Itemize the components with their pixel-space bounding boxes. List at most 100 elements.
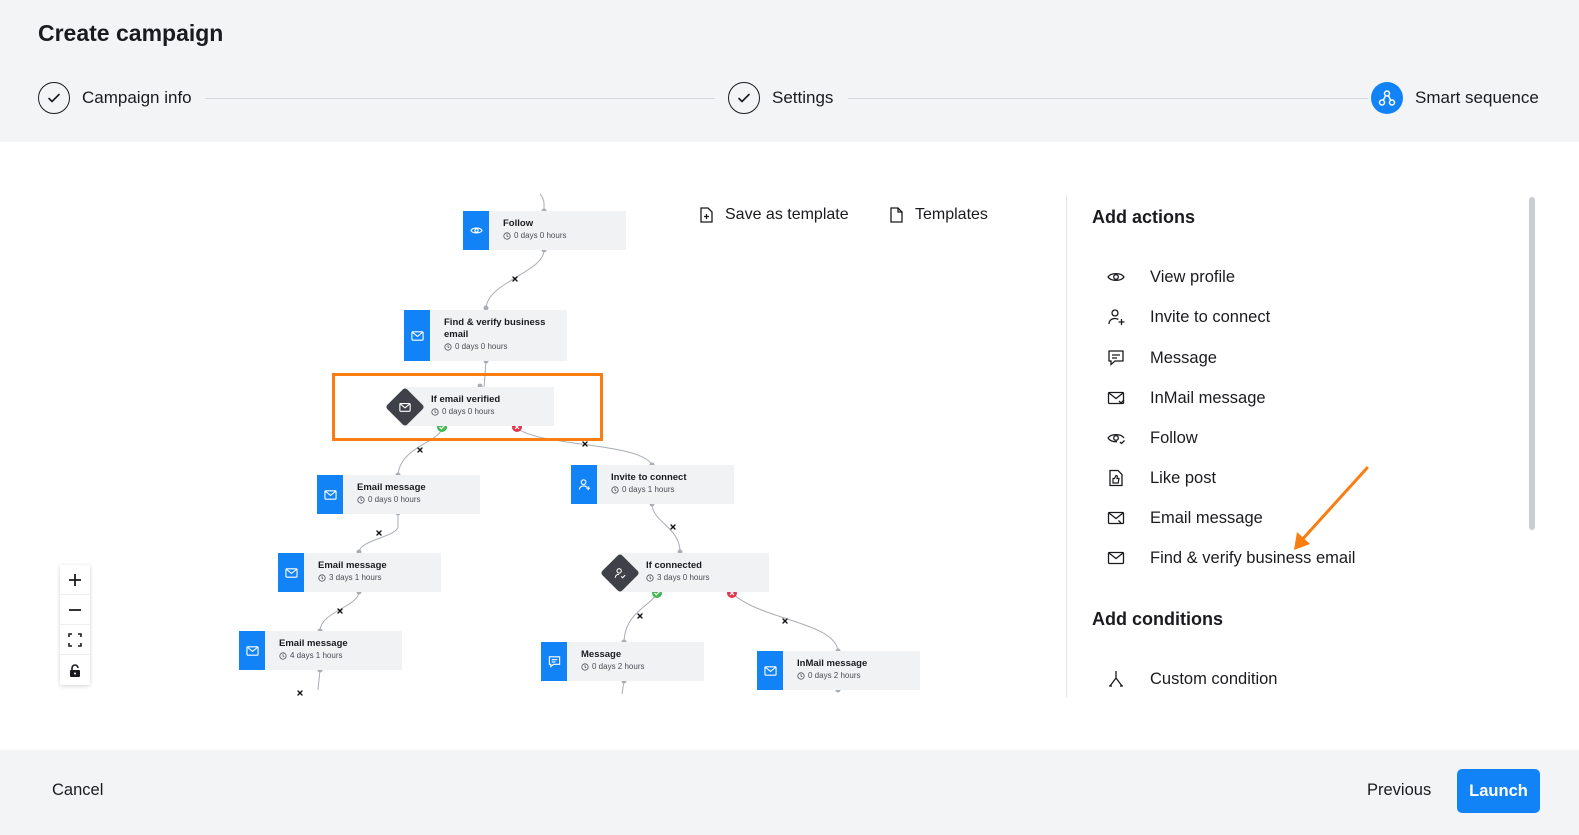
- header-bar: Create campaign Campaign info Settings S…: [0, 0, 1579, 142]
- check-icon: [728, 82, 760, 114]
- save-template-label: Save as template: [725, 206, 849, 223]
- clock-icon: [503, 231, 511, 240]
- node-time: 3 days 0 hours: [657, 573, 710, 582]
- mail-icon: [278, 553, 304, 592]
- templates-label: Templates: [915, 206, 988, 223]
- clock-icon: [444, 342, 452, 351]
- person-add-icon: [571, 465, 597, 504]
- sequence-canvas[interactable]: Save as template Templates Follow 0 days …: [0, 142, 1066, 750]
- zoom-out-button[interactable]: [60, 595, 90, 625]
- step-settings[interactable]: Settings: [728, 82, 833, 114]
- eye-icon: [1107, 272, 1125, 282]
- action-message[interactable]: Message: [1106, 348, 1217, 368]
- clock-icon: [611, 485, 619, 494]
- thumbs-up-icon: [1109, 469, 1123, 487]
- condition-custom[interactable]: Custom condition: [1106, 669, 1277, 689]
- eye-icon: [463, 211, 489, 250]
- action-label: Invite to connect: [1150, 307, 1271, 326]
- chat-icon: [1108, 350, 1124, 366]
- node-time: 0 days 2 hours: [592, 662, 645, 671]
- chat-icon: [541, 642, 567, 681]
- templates-button[interactable]: Templates: [887, 206, 988, 224]
- node-title: Follow: [503, 218, 534, 229]
- node-time: 0 days 1 hours: [622, 485, 675, 494]
- cancel-button[interactable]: Cancel: [52, 781, 103, 800]
- zoom-in-button[interactable]: [60, 565, 90, 595]
- inmail-icon: [1107, 391, 1125, 405]
- clock-icon: [279, 651, 287, 660]
- clock-icon: [797, 671, 805, 680]
- node-time: 0 days 0 hours: [514, 231, 567, 240]
- node-title: Email message: [318, 560, 387, 571]
- node-title: Find & verify business email: [444, 317, 546, 340]
- node-time: 0 days 0 hours: [455, 342, 508, 351]
- node-time: 0 days 2 hours: [808, 671, 861, 680]
- flow-node-email-message[interactable]: Email message 4 days 1 hours: [239, 631, 402, 670]
- plus-icon: [69, 573, 81, 586]
- action-label: InMail message: [1150, 388, 1266, 407]
- action-view-profile[interactable]: View profile: [1106, 267, 1235, 287]
- mail-check-icon: [404, 310, 430, 361]
- person-condition-icon: [600, 553, 640, 593]
- flow-node-message[interactable]: Message 0 days 2 hours: [541, 642, 704, 681]
- step-campaign-info[interactable]: Campaign info: [38, 82, 192, 114]
- panel-divider: [1066, 195, 1067, 697]
- eye-follow-icon: [1107, 433, 1125, 445]
- clock-icon: [318, 573, 326, 582]
- previous-button[interactable]: Previous: [1367, 781, 1431, 800]
- condition-label: Custom condition: [1150, 669, 1278, 688]
- clock-icon: [646, 573, 654, 582]
- footer-bar: Cancel Previous Launch: [0, 750, 1579, 835]
- flow-node-email-message[interactable]: Email message 3 days 1 hours: [278, 553, 441, 592]
- sequence-icon: [1371, 82, 1403, 114]
- file-icon: [890, 207, 903, 223]
- launch-button[interactable]: Launch: [1457, 769, 1540, 813]
- scrollbar[interactable]: [1529, 197, 1535, 530]
- actions-title: Add actions: [1092, 207, 1196, 227]
- lock-icon: [70, 663, 80, 677]
- annotation-highlight-box: [332, 373, 603, 441]
- file-plus-icon: [700, 207, 713, 223]
- zoom-controls: [60, 565, 90, 685]
- fit-view-button[interactable]: [60, 625, 90, 655]
- flow-node-invite-to-connect[interactable]: Invite to connect 0 days 1 hours: [571, 465, 734, 504]
- flow-node-find-verify-email[interactable]: Find & verify business email 0 days 0 hou…: [404, 310, 567, 361]
- action-invite-to-connect[interactable]: Invite to connect: [1106, 307, 1270, 327]
- node-time: 3 days 1 hours: [329, 573, 382, 582]
- flow-node-follow[interactable]: Follow 0 days 0 hours: [463, 211, 626, 250]
- branch-icon: [1109, 671, 1123, 687]
- actions-panel: Add actions View profile Invite to conne…: [1092, 195, 1532, 697]
- node-title: InMail message: [797, 658, 868, 669]
- step-smart-sequence[interactable]: Smart sequence: [1371, 82, 1539, 114]
- stepper-connector: [205, 98, 715, 99]
- step-label: Campaign info: [82, 88, 192, 107]
- action-email-message[interactable]: Email message: [1106, 508, 1263, 528]
- flow-node-if-connected[interactable]: If connected 3 days 0 hours: [619, 553, 769, 592]
- action-inmail-message[interactable]: InMail message: [1106, 388, 1266, 408]
- node-title: Invite to connect: [611, 472, 687, 483]
- mail-check-icon: [1107, 551, 1125, 565]
- flow-node-email-message[interactable]: Email message 0 days 0 hours: [317, 475, 480, 514]
- annotation-arrow-icon: [1294, 466, 1369, 550]
- lock-button[interactable]: [60, 655, 90, 685]
- action-like-post[interactable]: Like post: [1106, 468, 1216, 488]
- action-follow[interactable]: Follow: [1106, 428, 1198, 448]
- node-time: 4 days 1 hours: [290, 651, 343, 660]
- action-label: View profile: [1150, 267, 1235, 286]
- save-as-template-button[interactable]: Save as template: [697, 206, 849, 224]
- stepper-connector: [848, 98, 1368, 99]
- node-title: If connected: [646, 560, 702, 571]
- minus-icon: [69, 608, 81, 611]
- flow-node-inmail-message[interactable]: InMail message 0 days 2 hours: [757, 651, 920, 690]
- node-title: Email message: [357, 482, 426, 493]
- mail-icon: [1107, 511, 1125, 525]
- fit-view-icon: [68, 632, 82, 647]
- mail-icon: [239, 631, 265, 670]
- clock-icon: [581, 662, 589, 671]
- action-label: Like post: [1150, 468, 1217, 487]
- step-label: Settings: [772, 88, 834, 107]
- action-label: Email message: [1150, 508, 1263, 527]
- action-label: Message: [1150, 348, 1217, 367]
- check-icon: [38, 82, 70, 114]
- conditions-title: Add conditions: [1092, 609, 1223, 629]
